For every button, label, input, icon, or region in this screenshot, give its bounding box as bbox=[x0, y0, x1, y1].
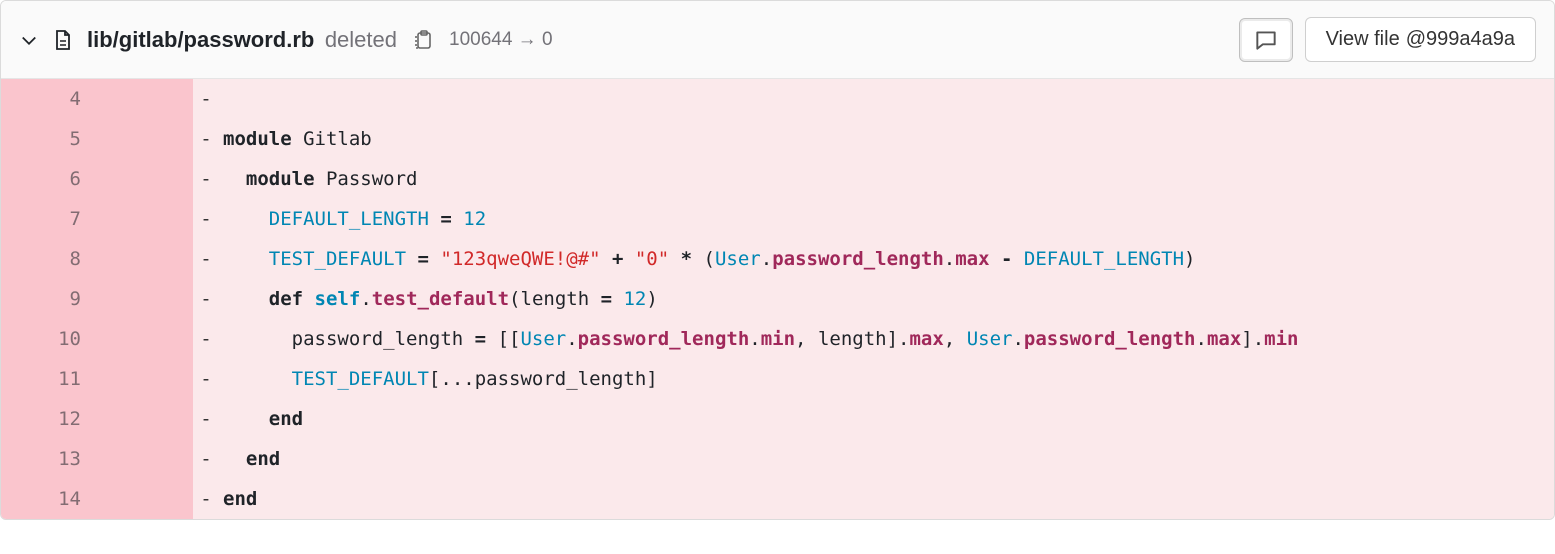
collapse-toggle[interactable] bbox=[19, 30, 39, 50]
clipboard-icon bbox=[411, 28, 435, 52]
line-number-new bbox=[97, 319, 193, 359]
code: end bbox=[219, 399, 1554, 439]
diff-line[interactable]: 14 - end bbox=[1, 479, 1554, 519]
diff-line[interactable]: 8 - TEST_DEFAULT = "123qweQWE!@#" + "0" … bbox=[1, 239, 1554, 279]
code: end bbox=[219, 439, 1554, 479]
code: def self.test_default(length = 12) bbox=[219, 279, 1554, 319]
line-number-new bbox=[97, 79, 193, 119]
code: password_length = [[User.password_length… bbox=[219, 319, 1554, 359]
diff-line[interactable]: 9 - def self.test_default(length = 12) bbox=[1, 279, 1554, 319]
code: DEFAULT_LENGTH = 12 bbox=[219, 199, 1554, 239]
line-number-old[interactable]: 12 bbox=[1, 399, 97, 439]
diff-sign: - bbox=[193, 199, 219, 239]
diff-line[interactable]: 4 - bbox=[1, 79, 1554, 119]
code: end bbox=[219, 479, 1554, 519]
diff-line[interactable]: 6 - module Password bbox=[1, 159, 1554, 199]
line-number-old[interactable]: 10 bbox=[1, 319, 97, 359]
diff-sign: - bbox=[193, 79, 219, 119]
diff-line[interactable]: 11 - TEST_DEFAULT[...password_length] bbox=[1, 359, 1554, 399]
line-number-new bbox=[97, 199, 193, 239]
view-file-button[interactable]: View file @999a4a9a bbox=[1305, 17, 1536, 62]
file-mode-change: 100644 → 0 bbox=[449, 29, 553, 51]
diff-sign: - bbox=[193, 439, 219, 479]
code bbox=[219, 79, 1554, 119]
diff-body: 4 - 5 - module Gitlab 6 - module Passwor… bbox=[1, 79, 1554, 519]
code: module Gitlab bbox=[219, 119, 1554, 159]
diff-sign: - bbox=[193, 279, 219, 319]
view-file-sha: @999a4a9a bbox=[1406, 28, 1515, 51]
code: TEST_DEFAULT = "123qweQWE!@#" + "0" * (U… bbox=[219, 239, 1554, 279]
diff-line[interactable]: 12 - end bbox=[1, 399, 1554, 439]
line-number-old[interactable]: 13 bbox=[1, 439, 97, 479]
code: TEST_DEFAULT[...password_length] bbox=[219, 359, 1554, 399]
diff-line[interactable]: 13 - end bbox=[1, 439, 1554, 479]
file-status: deleted bbox=[325, 27, 397, 52]
file-path-wrap[interactable]: lib/gitlab/password.rb deleted bbox=[87, 27, 397, 53]
line-number-new bbox=[97, 239, 193, 279]
diff-sign: - bbox=[193, 359, 219, 399]
diff-sign: - bbox=[193, 159, 219, 199]
line-number-new bbox=[97, 479, 193, 519]
line-number-new bbox=[97, 279, 193, 319]
diff-line[interactable]: 5 - module Gitlab bbox=[1, 119, 1554, 159]
diff-file: lib/gitlab/password.rb deleted 100644 → … bbox=[0, 0, 1555, 520]
diff-sign: - bbox=[193, 239, 219, 279]
diff-sign: - bbox=[193, 319, 219, 359]
line-number-old[interactable]: 6 bbox=[1, 159, 97, 199]
line-number-old[interactable]: 5 bbox=[1, 119, 97, 159]
comment-icon bbox=[1253, 27, 1279, 53]
file-icon bbox=[51, 28, 75, 52]
line-number-old[interactable]: 9 bbox=[1, 279, 97, 319]
line-number-new bbox=[97, 439, 193, 479]
diff-sign: - bbox=[193, 119, 219, 159]
line-number-old[interactable]: 11 bbox=[1, 359, 97, 399]
file-header: lib/gitlab/password.rb deleted 100644 → … bbox=[1, 1, 1554, 79]
chevron-down-icon bbox=[19, 30, 39, 50]
line-number-new bbox=[97, 359, 193, 399]
file-path: lib/gitlab/password.rb bbox=[87, 27, 314, 52]
diff-sign: - bbox=[193, 399, 219, 439]
line-number-new bbox=[97, 119, 193, 159]
line-number-new bbox=[97, 159, 193, 199]
code: module Password bbox=[219, 159, 1554, 199]
line-number-old[interactable]: 7 bbox=[1, 199, 97, 239]
view-file-label: View file bbox=[1326, 28, 1400, 51]
copy-path-button[interactable] bbox=[409, 26, 437, 54]
diff-line[interactable]: 10 - password_length = [[User.password_l… bbox=[1, 319, 1554, 359]
line-number-old[interactable]: 14 bbox=[1, 479, 97, 519]
diff-line[interactable]: 7 - DEFAULT_LENGTH = 12 bbox=[1, 199, 1554, 239]
toggle-comments-button[interactable] bbox=[1239, 18, 1293, 62]
line-number-old[interactable]: 8 bbox=[1, 239, 97, 279]
line-number-new bbox=[97, 399, 193, 439]
line-number-old[interactable]: 4 bbox=[1, 79, 97, 119]
diff-sign: - bbox=[193, 479, 219, 519]
